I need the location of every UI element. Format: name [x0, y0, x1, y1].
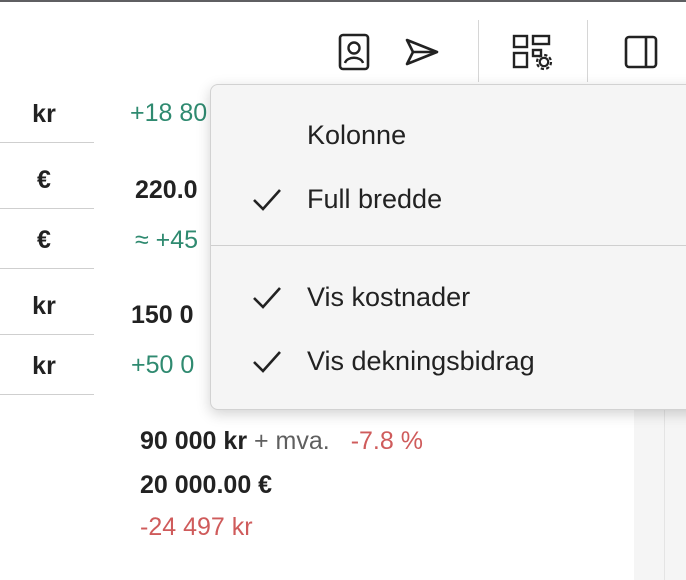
check-icon: [253, 351, 281, 373]
check-icon: [253, 287, 281, 309]
menu-item-vis-dekningsbidrag[interactable]: Vis dekningsbidrag: [211, 333, 686, 389]
dashboard-settings-icon: [512, 34, 553, 71]
menu-item-vis-kostnader[interactable]: Vis kostnader: [211, 269, 686, 325]
menu-item-label: Full bredde: [307, 183, 443, 214]
contact-button[interactable]: [330, 28, 378, 76]
summary-percent: -7.8 %: [350, 427, 423, 455]
menu-item-full-bredde[interactable]: Full bredde: [211, 171, 686, 227]
summary-euro: 20 000.00 €: [140, 471, 273, 499]
menu-item-kolonne[interactable]: Kolonne: [211, 107, 686, 163]
row-divider: [0, 208, 94, 209]
value-cell: 220.0: [135, 176, 198, 204]
check-icon: [253, 189, 281, 211]
unit-cell: kr: [32, 352, 56, 380]
layout-settings-button[interactable]: [508, 28, 556, 76]
menu-item-label: Vis dekningsbidrag: [307, 345, 535, 376]
unit-cell: kr: [32, 100, 56, 128]
value-cell: 150 0: [131, 301, 194, 329]
toolbar-separator: [587, 20, 588, 82]
value-cell: +18 80: [130, 99, 208, 127]
row-divider: [0, 268, 94, 269]
row-divider: [0, 394, 94, 395]
menu-divider: [211, 245, 686, 246]
menu-item-label: Kolonne: [307, 119, 407, 150]
row-divider: [0, 334, 94, 335]
menu-item-label: Vis kostnader: [307, 281, 471, 312]
row-divider: [0, 142, 94, 143]
unit-cell: €: [37, 166, 51, 194]
panel-toggle-button[interactable]: [617, 28, 665, 76]
contact-icon: [338, 33, 370, 71]
view-options-menu: Kolonne Full bredde Vis kostnader Vis de…: [210, 84, 686, 410]
send-icon: [405, 38, 439, 66]
value-cell: +50 0: [131, 351, 195, 379]
summary-vat: + mva.: [254, 427, 330, 455]
unit-cell: kr: [32, 292, 56, 320]
toolbar-separator: [478, 20, 479, 82]
unit-cell: €: [37, 226, 51, 254]
summary-price-line: 90 000 kr + mva. -7.8 %: [140, 427, 423, 456]
panel-toggle-icon: [624, 35, 658, 69]
summary-price: 90 000 kr: [140, 427, 248, 455]
send-button[interactable]: [398, 28, 446, 76]
window-top-border: [0, 0, 686, 2]
value-cell: ≈ +45: [135, 226, 199, 254]
summary-diff: -24 497 kr: [140, 513, 253, 541]
